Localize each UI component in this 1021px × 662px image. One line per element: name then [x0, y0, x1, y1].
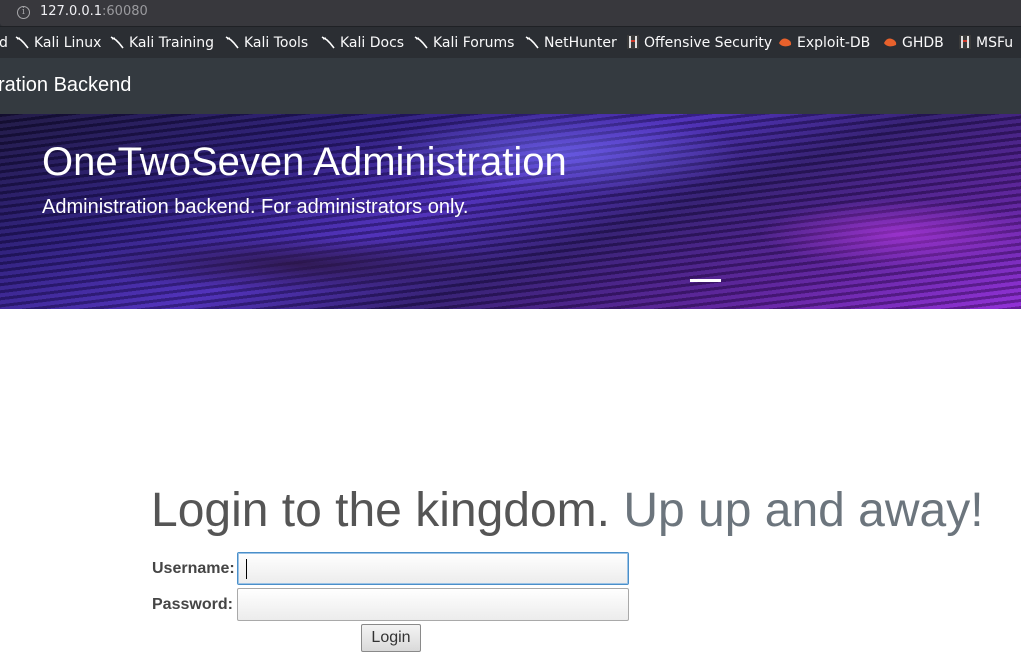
bookmark-ghdb[interactable]: GHDB [884, 27, 944, 58]
kali-dragon-icon [110, 35, 124, 48]
exploit-db-icon [884, 38, 897, 46]
banner-subtitle: Administration backend. For administrato… [42, 196, 469, 218]
username-field[interactable] [237, 552, 629, 585]
address-bar[interactable]: i 127.0.0.1:60080 [0, 0, 1021, 26]
exploit-db-icon [779, 38, 792, 46]
offsec-icon [959, 34, 971, 49]
bookmark-label: Kali Training [129, 35, 214, 51]
bookmarks-toolbar: d Kali Linux Kali Training Kali Tools Ka… [0, 26, 1021, 58]
bookmark-partial[interactable]: d [0, 27, 8, 58]
bookmark-label: GHDB [902, 35, 944, 51]
bookmark-nethunter[interactable]: NetHunter [525, 27, 617, 58]
bookmark-kali-tools[interactable]: Kali Tools [225, 27, 308, 58]
url-port: :60080 [102, 4, 148, 19]
password-label: Password: [152, 596, 233, 613]
bookmark-label: Offensive Security [644, 35, 773, 51]
username-label: Username: [152, 560, 235, 577]
header-banner: OneTwoSeven Administration Administratio… [0, 114, 1021, 309]
bookmark-label: Kali Forums [433, 35, 515, 51]
kali-dragon-icon [15, 35, 29, 48]
login-heading: Login to the kingdom. Up up and away! [151, 483, 984, 538]
login-heading-main: Login to the kingdom. [151, 484, 610, 537]
bookmark-kali-docs[interactable]: Kali Docs [321, 27, 404, 58]
info-icon[interactable]: i [17, 6, 30, 19]
bookmark-label: d [0, 35, 8, 51]
bookmark-kali-training[interactable]: Kali Training [110, 27, 214, 58]
url-host: 127.0.0.1 [40, 4, 103, 19]
password-field[interactable] [237, 588, 629, 621]
bookmark-label: Exploit-DB [797, 35, 871, 51]
login-heading-muted: Up up and away! [623, 484, 984, 537]
bookmark-kali-linux[interactable]: Kali Linux [15, 27, 101, 58]
bookmark-msfu[interactable]: MSFu [959, 27, 1013, 58]
bookmark-label: Kali Linux [34, 35, 102, 51]
kali-dragon-icon [225, 35, 239, 48]
url-field[interactable]: i 127.0.0.1:60080 [0, 0, 1021, 26]
banner-divider [690, 279, 721, 282]
kali-dragon-icon [525, 35, 539, 48]
bookmark-kali-forums[interactable]: Kali Forums [414, 27, 514, 58]
bookmark-label: MSFu [976, 35, 1014, 51]
bookmark-label: NetHunter [544, 35, 617, 51]
offsec-icon [627, 34, 639, 49]
banner-title: OneTwoSeven Administration [42, 140, 567, 184]
navbar-brand[interactable]: ration Backend [0, 74, 131, 97]
bookmark-label: Kali Docs [340, 35, 405, 51]
site-navbar: ration Backend [0, 58, 1021, 114]
text-caret [246, 559, 247, 579]
bookmark-offensive-security[interactable]: Offensive Security [627, 27, 772, 58]
url-text[interactable]: 127.0.0.1:60080 [40, 4, 148, 19]
bookmark-label: Kali Tools [244, 35, 309, 51]
login-button[interactable]: Login [361, 624, 421, 652]
kali-dragon-icon [321, 35, 335, 48]
bookmark-exploit-db[interactable]: Exploit-DB [779, 27, 870, 58]
kali-dragon-icon [414, 35, 428, 48]
